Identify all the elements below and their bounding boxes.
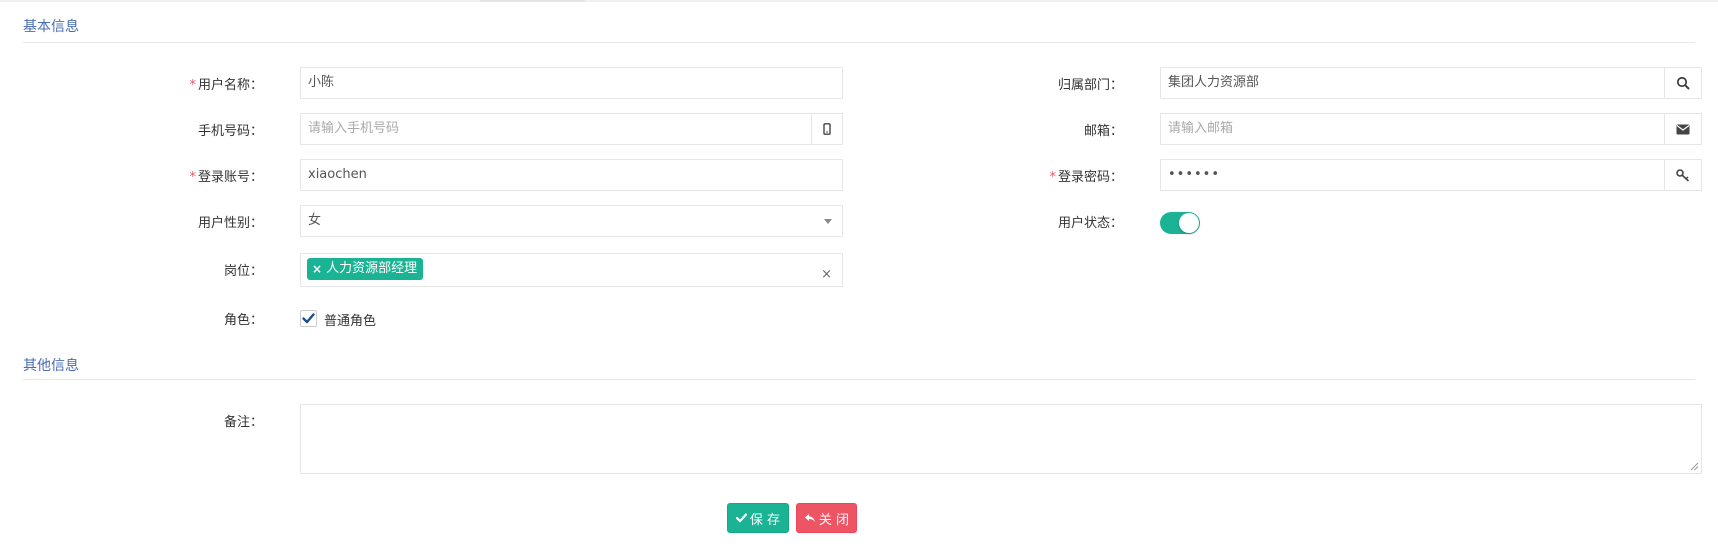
post-label: 岗位： — [223, 264, 263, 279]
dept-label: 归属部门： — [1057, 78, 1123, 93]
password-label: * 登录密码： — [1049, 170, 1123, 185]
role-checkbox-label[interactable]: 普通角色 — [324, 310, 376, 329]
mobile-icon — [823, 123, 831, 135]
chevron-down-icon — [824, 219, 832, 224]
close-button-label: 关 闭 — [818, 512, 850, 528]
email-addon — [1664, 113, 1702, 145]
sex-select-value: 女 — [308, 213, 322, 228]
post-multiselect[interactable]: × 人力资源部经理 × — [300, 253, 843, 287]
remark-textarea[interactable] — [300, 404, 1702, 474]
post-tag-label: 人力资源部经理 — [326, 261, 418, 276]
section-title-basic: 基本信息 — [23, 19, 79, 35]
sex-select[interactable]: 女 — [300, 205, 843, 237]
required-marker: * — [189, 78, 196, 93]
save-button-label: 保 存 — [749, 512, 781, 528]
password-input[interactable]: •••••• — [1160, 159, 1665, 191]
phone-addon — [811, 113, 843, 145]
remark-label: 备注： — [223, 415, 263, 430]
reply-icon — [804, 514, 815, 523]
toggle-knob — [1179, 213, 1199, 233]
tag-remove-icon[interactable]: × — [312, 258, 322, 280]
section-divider — [23, 42, 1695, 43]
resize-grip-icon[interactable] — [1690, 462, 1699, 471]
dept-search-button[interactable] — [1664, 67, 1702, 99]
post-tag[interactable]: × 人力资源部经理 — [307, 258, 424, 280]
phone-input[interactable]: 请输入手机号码 — [300, 113, 812, 145]
status-toggle[interactable] — [1160, 212, 1200, 234]
user-name-input[interactable]: 小陈 — [300, 67, 843, 99]
status-label: 用户状态： — [1057, 216, 1123, 231]
top-border — [0, 0, 1718, 2]
close-button[interactable]: 关 闭 — [796, 503, 857, 533]
login-name-label: * 登录账号： — [189, 170, 263, 185]
user-name-label: * 用户名称： — [189, 78, 263, 93]
section-divider — [23, 379, 1695, 380]
required-marker: * — [189, 170, 196, 185]
section-title-other: 其他信息 — [23, 358, 79, 374]
sex-label: 用户性别： — [197, 216, 263, 231]
role-checkbox[interactable] — [300, 310, 317, 327]
active-tab-indicator — [480, 0, 585, 2]
email-label: 邮箱： — [1083, 124, 1123, 139]
check-icon — [735, 513, 747, 523]
clear-selection-icon[interactable]: × — [821, 260, 832, 286]
envelope-icon — [1676, 124, 1690, 134]
password-addon[interactable] — [1664, 159, 1702, 191]
phone-label: 手机号码： — [197, 124, 263, 139]
email-input[interactable]: 请输入邮箱 — [1160, 113, 1665, 145]
save-button[interactable]: 保 存 — [727, 503, 789, 533]
role-label: 角色： — [223, 313, 263, 328]
login-name-input[interactable]: xiaochen — [300, 159, 843, 191]
key-icon — [1676, 168, 1690, 182]
dept-input[interactable]: 集团人力资源部 — [1160, 67, 1665, 99]
required-marker: * — [1049, 170, 1056, 185]
search-icon — [1676, 76, 1690, 90]
checkmark-icon — [302, 313, 315, 324]
